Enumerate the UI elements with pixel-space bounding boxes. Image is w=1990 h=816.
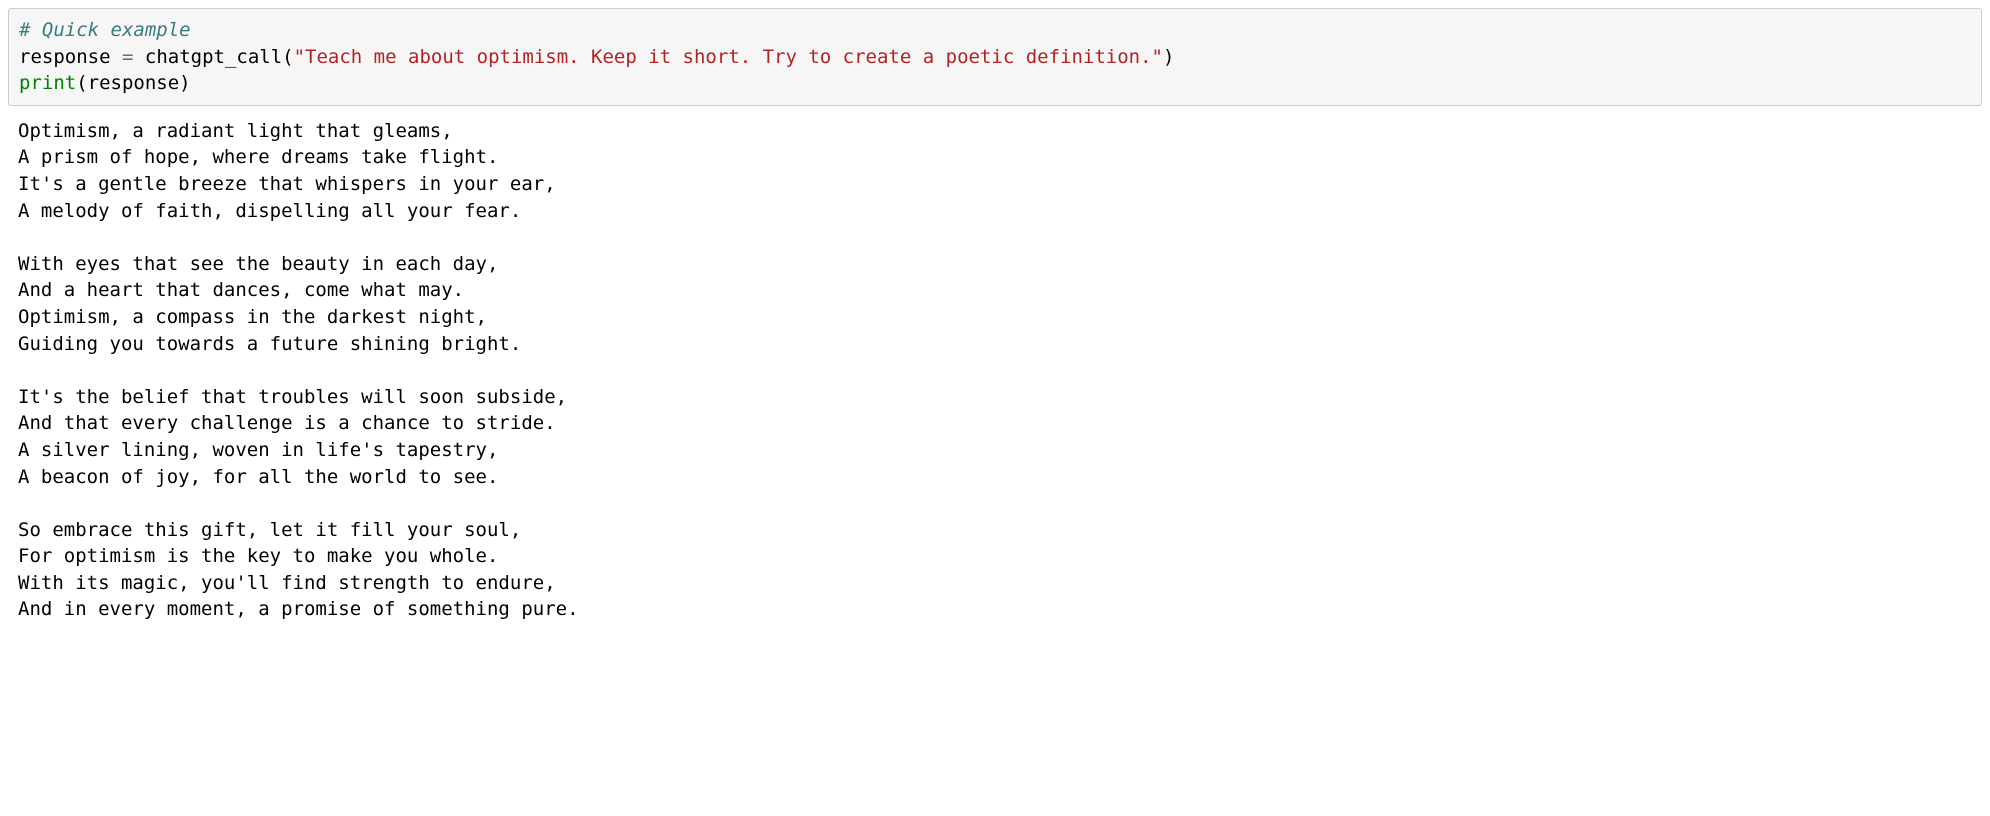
code-builtin-print: print — [19, 72, 76, 94]
output-text: Optimism, a radiant light that gleams, A… — [18, 120, 579, 621]
code-comment: # Quick example — [19, 19, 191, 41]
output-cell: Optimism, a radiant light that gleams, A… — [8, 114, 1982, 627]
code-variable: response — [19, 46, 111, 68]
code-function-name: chatgpt_call — [145, 46, 282, 68]
code-operator: = — [122, 46, 133, 68]
code-paren-open: ( — [282, 46, 293, 68]
code-string-arg: "Teach me about optimism. Keep it short.… — [294, 46, 1163, 68]
code-paren-close: ) — [179, 72, 190, 94]
code-arg: response — [88, 72, 180, 94]
code-input-cell: # Quick example response = chatgpt_call(… — [8, 8, 1982, 106]
code-paren-close: ) — [1163, 46, 1174, 68]
code-paren-open: ( — [76, 72, 87, 94]
